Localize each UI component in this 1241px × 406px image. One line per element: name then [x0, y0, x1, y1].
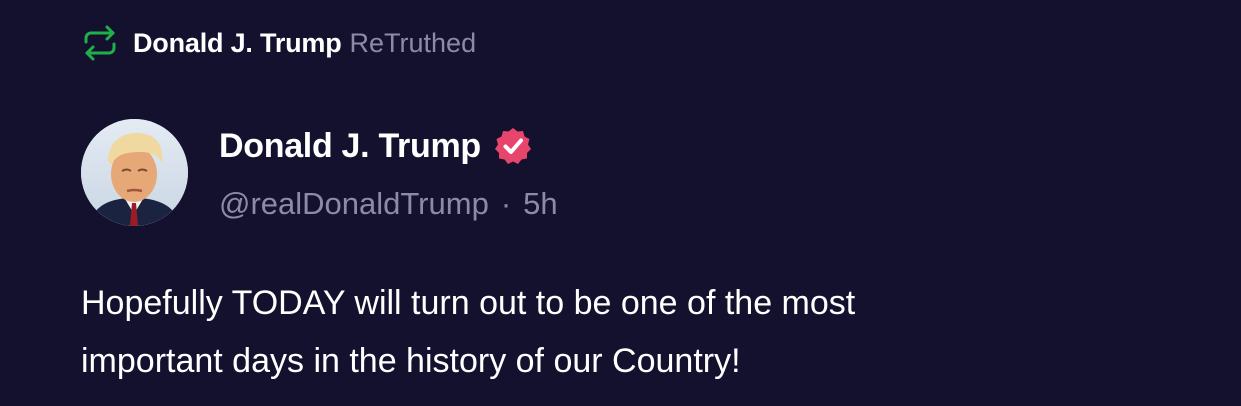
avatar[interactable]	[81, 119, 188, 226]
post-text-line-2: important days in the history of our Cou…	[81, 342, 741, 380]
post-text-line-1: Hopefully TODAY will turn out to be one …	[81, 284, 856, 322]
retruth-post: Donald J. Trump ReTruthed Donald J. Trum…	[0, 0, 1241, 406]
separator-dot: ·	[500, 186, 512, 221]
retruth-user-name[interactable]: Donald J. Trump	[133, 28, 342, 59]
post-timestamp[interactable]: 5h	[523, 186, 557, 222]
post-text: Hopefully TODAY will turn out to be one …	[81, 274, 1081, 390]
retruth-label: ReTruthed	[349, 27, 477, 58]
author-name[interactable]: Donald J. Trump	[219, 127, 481, 166]
author-name-row: Donald J. Trump	[219, 124, 533, 168]
handle-row: @realDonaldTrump · 5h	[219, 184, 558, 224]
verified-badge-icon	[494, 128, 531, 164]
retruth-header[interactable]: Donald J. Trump ReTruthed	[81, 22, 476, 64]
author-handle[interactable]: @realDonaldTrump	[219, 186, 489, 222]
retruth-icon	[84, 25, 116, 61]
